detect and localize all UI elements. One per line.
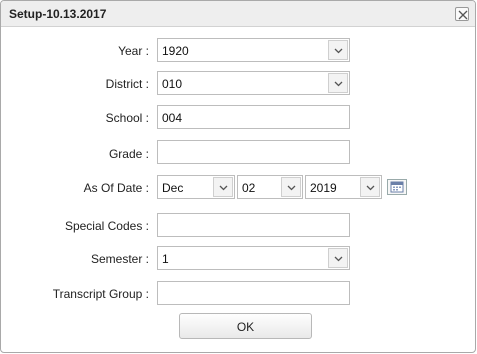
- semester-dropdown-button[interactable]: [328, 248, 348, 268]
- special-codes-input[interactable]: [157, 213, 350, 237]
- school-label: School :: [105, 111, 149, 125]
- chevron-down-icon: [287, 185, 296, 191]
- month-dropdown-button[interactable]: [213, 177, 233, 197]
- transcript-group-label: Transcript Group :: [52, 287, 149, 301]
- school-input[interactable]: 004: [157, 105, 350, 129]
- transcript-group-input[interactable]: [157, 281, 350, 305]
- year-value: 1920: [162, 44, 189, 58]
- school-value: 004: [162, 111, 183, 125]
- as-of-year-select[interactable]: 2019: [305, 175, 382, 199]
- district-select[interactable]: 010: [157, 71, 350, 95]
- as-of-day-value: 02: [242, 181, 256, 195]
- semester-value: 1: [162, 252, 169, 266]
- chevron-down-icon: [334, 48, 343, 54]
- day-dropdown-button[interactable]: [281, 177, 301, 197]
- year-label: Year :: [118, 44, 149, 58]
- special-codes-label: Special Codes :: [64, 219, 149, 233]
- chevron-down-icon: [334, 81, 343, 87]
- as-of-day-select[interactable]: 02: [237, 175, 303, 199]
- grade-label: Grade :: [108, 147, 149, 161]
- as-of-year-value: 2019: [310, 181, 337, 195]
- ok-button[interactable]: OK: [179, 313, 312, 339]
- year-dropdown-button[interactable]: [328, 40, 348, 60]
- district-label: District :: [105, 77, 149, 91]
- chevron-down-icon: [334, 256, 343, 262]
- close-button[interactable]: [455, 7, 469, 21]
- ok-button-label: OK: [236, 320, 255, 334]
- close-icon: [458, 10, 468, 20]
- district-value: 010: [162, 77, 183, 91]
- year-select[interactable]: 1920: [157, 38, 350, 62]
- dialog-title: Setup-10.13.2017: [9, 7, 107, 21]
- as-of-month-select[interactable]: Dec: [157, 175, 235, 199]
- as-of-date-label: As Of Date :: [83, 181, 149, 195]
- as-of-month-value: Dec: [162, 181, 184, 195]
- chevron-down-icon: [366, 185, 375, 191]
- semester-label: Semester :: [90, 252, 149, 266]
- calendar-icon: [390, 181, 404, 193]
- chevron-down-icon: [219, 185, 228, 191]
- semester-select[interactable]: 1: [157, 246, 350, 270]
- setup-dialog: Setup-10.13.2017 Year : 1920 District : …: [0, 0, 476, 353]
- calendar-button[interactable]: [387, 179, 407, 195]
- grade-input[interactable]: [157, 140, 350, 164]
- year-dropdown-button[interactable]: [360, 177, 380, 197]
- district-dropdown-button[interactable]: [328, 73, 348, 93]
- title-bar: Setup-10.13.2017: [1, 1, 475, 27]
